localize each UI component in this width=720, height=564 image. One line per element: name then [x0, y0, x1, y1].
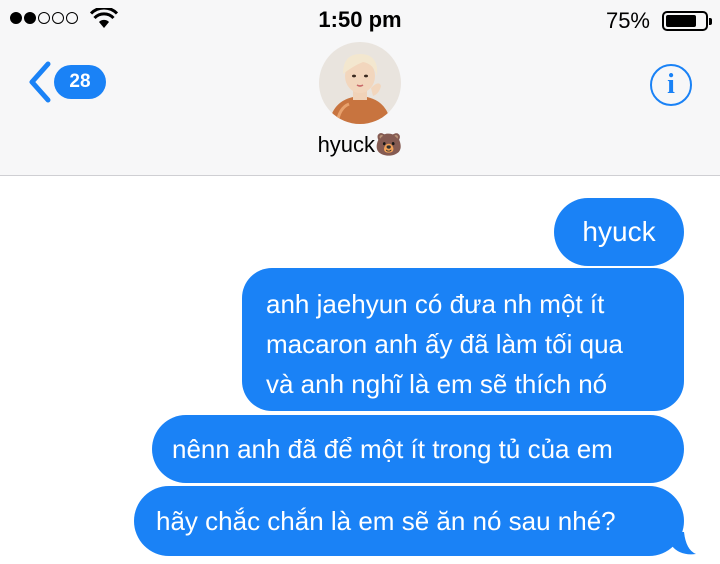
- battery-tip: [709, 18, 712, 25]
- conversation-header: 28 hyuck🐻 i: [0, 40, 720, 176]
- message-text: và anh nghĩ là em sẽ thích nó: [266, 369, 608, 399]
- battery-fill: [666, 15, 696, 27]
- message-text: macaron anh ấy đã làm tối qua: [266, 329, 623, 359]
- battery-percentage: 75%: [605, 8, 650, 33]
- avatar-photo: [319, 42, 401, 124]
- message-bubble[interactable]: hãy chắc chắn là em sẽ ăn nó sau nhé?: [134, 486, 684, 556]
- unread-count-badge: 28: [54, 65, 106, 99]
- contact-avatar[interactable]: [319, 42, 401, 124]
- message-text: hãy chắc chắn là em sẽ ăn nó sau nhé?: [156, 506, 616, 536]
- message-text: hyuck: [582, 216, 656, 247]
- info-button[interactable]: i: [650, 64, 692, 106]
- info-icon: i: [667, 69, 675, 100]
- chevron-left-icon: [29, 61, 51, 103]
- message-bubble[interactable]: nênn anh đã để một ít trong tủ của em: [152, 415, 684, 483]
- battery-icon: [662, 11, 712, 31]
- message-text: anh jaehyun có đưa nh một ít: [266, 289, 605, 319]
- message-bubble[interactable]: hyuck: [554, 198, 684, 266]
- message-bubble[interactable]: anh jaehyun có đưa nh một ít macaron anh…: [242, 268, 684, 411]
- message-text: nênn anh đã để một ít trong tủ của em: [172, 434, 613, 464]
- bubble-tail: [672, 532, 696, 555]
- status-bar: 1:50 pm 75%: [0, 0, 720, 40]
- contact-name[interactable]: hyuck🐻: [0, 132, 720, 158]
- back-button[interactable]: 28: [26, 60, 106, 104]
